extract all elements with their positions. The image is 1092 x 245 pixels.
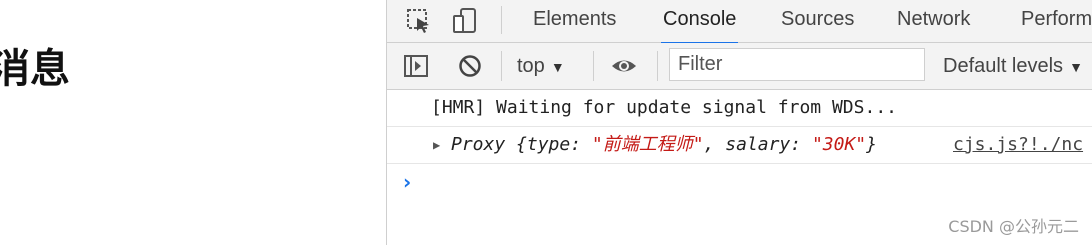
console-toolbar: top ▼ Filter Default levels ▼ [387, 43, 1092, 90]
object-prefix: Proxy {type: [451, 134, 592, 155]
live-expression-icon[interactable] [611, 53, 637, 79]
toolbar-separator [501, 51, 502, 81]
watermark: CSDN @公孙元二 [948, 217, 1079, 236]
inspect-element-icon[interactable] [405, 7, 433, 35]
context-caret-icon: ▼ [550, 59, 565, 75]
tab-performance[interactable]: Perform [1021, 0, 1092, 42]
devtools-panel: Elements Console Sources Network Perform… [386, 0, 1092, 245]
context-selector[interactable]: top ▼ [517, 51, 565, 81]
log-levels-dropdown[interactable]: Default levels ▼ [943, 51, 1083, 81]
app-page: 消息 [0, 0, 386, 245]
tab-elements[interactable]: Elements [533, 0, 616, 42]
tab-sources[interactable]: Sources [781, 0, 854, 42]
object-middle: , salary: [703, 134, 812, 155]
console-object-preview[interactable]: Proxy {type: "前端工程师", salary: "30K"} [451, 127, 877, 163]
console-message: [HMR] Waiting for update signal from WDS… [387, 90, 1092, 127]
context-label: top [517, 55, 545, 77]
object-salary-value: "30K" [811, 134, 867, 155]
source-link[interactable]: cjs.js?!./nc [953, 127, 1083, 163]
log-levels-label: Default levels [943, 55, 1064, 77]
console-message: ▶ Proxy {type: "前端工程师", salary: "30K"} c… [387, 127, 1092, 164]
show-console-sidebar-icon[interactable] [403, 53, 429, 79]
page-title: 消息 [0, 46, 70, 92]
console-message-text: [HMR] Waiting for update signal from WDS… [431, 97, 897, 118]
devtools-tabbar: Elements Console Sources Network Perform [387, 0, 1092, 45]
toolbar-separator [593, 51, 594, 81]
tab-network[interactable]: Network [897, 0, 970, 42]
toolbar-separator [657, 51, 658, 81]
object-suffix: } [866, 134, 877, 155]
filter-input[interactable]: Filter [669, 48, 925, 81]
device-toolbar-icon[interactable] [451, 7, 479, 35]
expand-arrow-icon[interactable]: ▶ [433, 127, 440, 163]
tabbar-separator [501, 6, 502, 34]
levels-caret-icon: ▼ [1069, 59, 1083, 75]
clear-console-icon[interactable] [457, 53, 483, 79]
console-prompt-icon[interactable]: › [403, 170, 411, 194]
object-type-value: "前端工程师" [591, 134, 704, 155]
tab-console[interactable]: Console [661, 0, 739, 45]
